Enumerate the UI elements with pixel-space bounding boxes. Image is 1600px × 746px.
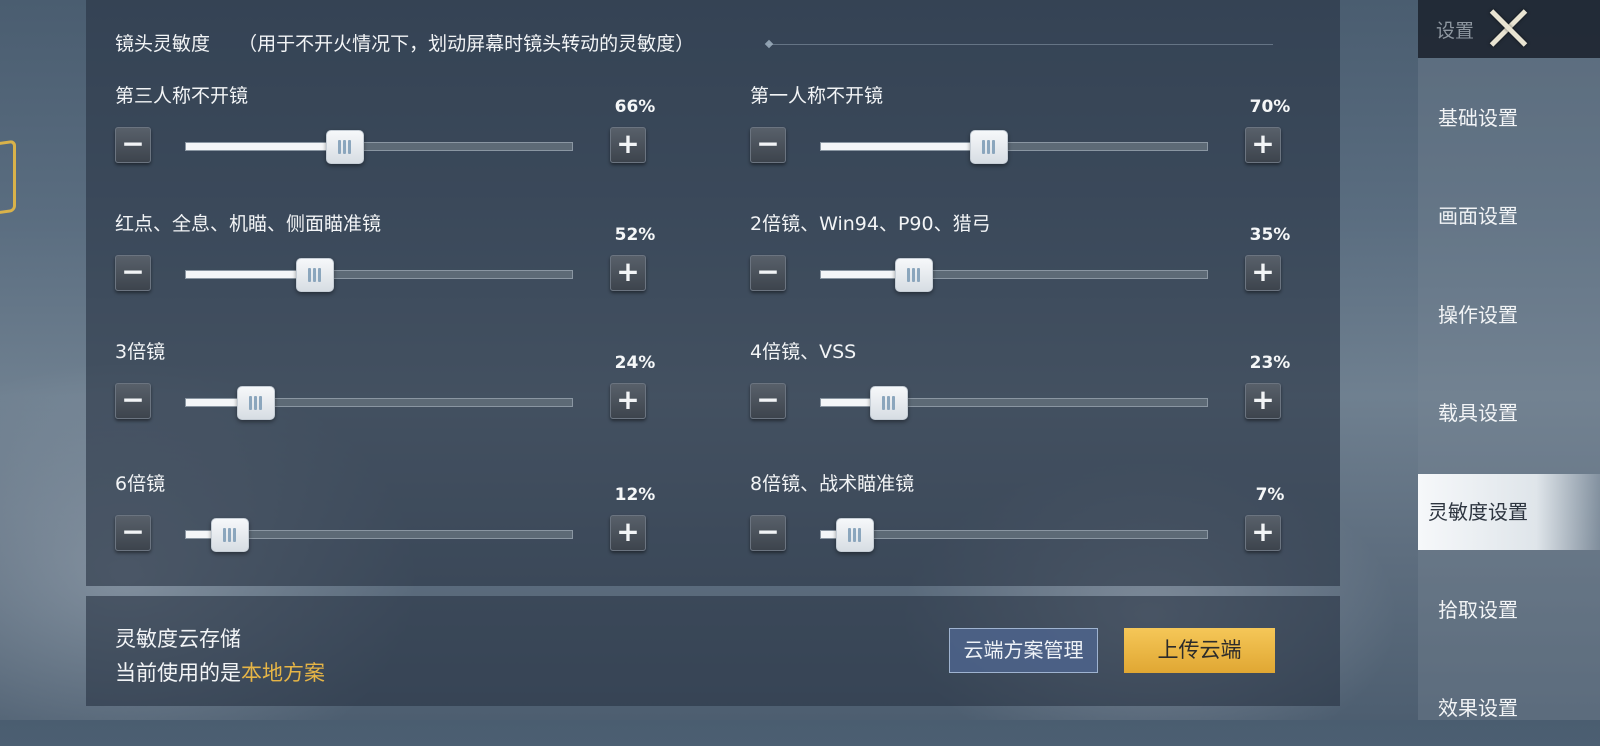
slider-track[interactable] (185, 518, 573, 552)
slider-3x-scope: 3倍镜 24% − + (115, 337, 715, 447)
slider-track[interactable] (820, 518, 1208, 552)
sidebar-item-effects[interactable]: 效果设置 (1418, 670, 1600, 746)
slider-value: 7% (1255, 485, 1285, 505)
increase-button[interactable]: + (610, 255, 646, 291)
sidebar-item-graphics[interactable]: 画面设置 (1418, 178, 1600, 254)
upload-cloud-button[interactable]: 上传云端 (1124, 628, 1275, 673)
increase-button[interactable]: + (610, 127, 646, 163)
decrease-button[interactable]: − (115, 127, 151, 163)
sidebar-item-controls[interactable]: 操作设置 (1418, 277, 1600, 353)
slider-value: 66% (614, 97, 656, 117)
slider-thumb[interactable] (970, 130, 1008, 164)
slider-value: 70% (1249, 97, 1291, 117)
slider-thumb[interactable] (296, 258, 334, 292)
slider-fill (186, 399, 237, 406)
slider-fill (821, 143, 970, 150)
slider-track[interactable] (820, 130, 1208, 164)
slider-thumb[interactable] (870, 386, 908, 420)
slider-track[interactable] (185, 258, 573, 292)
section-title: 镜头灵敏度 （用于不开火情况下，划动屏幕时镜头转动的灵敏度） (115, 29, 694, 56)
increase-button[interactable]: + (610, 383, 646, 419)
slider-first-person-no-scope: 第一人称不开镜 70% − + (750, 81, 1350, 191)
slider-label: 第一人称不开镜 (750, 85, 884, 107)
slider-label: 2倍镜、Win94、P90、猎弓 (750, 213, 991, 235)
slider-fill (821, 531, 836, 538)
decrease-button[interactable]: − (750, 383, 786, 419)
slider-thumb[interactable] (895, 258, 933, 292)
sidebar-item-pickup[interactable]: 拾取设置 (1418, 572, 1600, 648)
slider-label: 8倍镜、战术瞄准镜 (750, 473, 915, 495)
slider-track[interactable] (185, 130, 573, 164)
slider-track[interactable] (820, 386, 1208, 420)
slider-thumb[interactable] (836, 518, 874, 552)
decrease-button[interactable]: − (115, 255, 151, 291)
slider-label: 第三人称不开镜 (115, 85, 249, 107)
slider-thumb[interactable] (326, 130, 364, 164)
slider-red-dot-holo: 红点、全息、机瞄、侧面瞄准镜 52% − + (115, 209, 715, 319)
slider-value: 52% (614, 225, 656, 245)
current-scheme-value: 本地方案 (241, 661, 325, 685)
decrease-button[interactable]: − (115, 515, 151, 551)
current-scheme-text: 当前使用的是本地方案 (115, 657, 325, 687)
section-subtitle: （用于不开火情况下，划动屏幕时镜头转动的灵敏度） (238, 33, 695, 55)
slider-third-person-no-scope: 第三人称不开镜 66% − + (115, 81, 715, 191)
decrease-button[interactable]: − (750, 515, 786, 551)
decrease-button[interactable]: − (115, 383, 151, 419)
increase-button[interactable]: + (1245, 127, 1281, 163)
slider-track[interactable] (185, 386, 573, 420)
slider-6x-scope: 6倍镜 12% − + (115, 469, 715, 579)
slider-label: 3倍镜 (115, 341, 166, 363)
slider-label: 4倍镜、VSS (750, 341, 857, 363)
increase-button[interactable]: + (1245, 255, 1281, 291)
section-divider (768, 44, 1273, 45)
slider-fill (186, 531, 211, 538)
slider-4x-scope: 4倍镜、VSS 23% − + (750, 337, 1350, 447)
sidebar-item-vehicle[interactable]: 载具设置 (1418, 375, 1600, 451)
cloud-storage-title: 灵敏度云存储 (115, 627, 241, 651)
slider-8x-scope: 8倍镜、战术瞄准镜 7% − + (750, 469, 1350, 579)
decrease-button[interactable]: − (750, 127, 786, 163)
sidebar-item-basic[interactable]: 基础设置 (1418, 80, 1600, 156)
increase-button[interactable]: + (610, 515, 646, 551)
slider-thumb[interactable] (211, 518, 249, 552)
slider-thumb[interactable] (237, 386, 275, 420)
slider-2x-scope: 2倍镜、Win94、P90、猎弓 35% − + (750, 209, 1350, 319)
slider-fill (821, 271, 895, 278)
slider-fill (821, 399, 870, 406)
slider-value: 35% (1249, 225, 1291, 245)
slider-value: 24% (614, 353, 656, 373)
decrease-button[interactable]: − (750, 255, 786, 291)
sidebar-header: 设置 (1418, 0, 1600, 58)
slider-fill (186, 143, 326, 150)
emblem-icon (0, 139, 16, 217)
sidebar-header-title: 设置 (1436, 20, 1475, 42)
section-title-text: 镜头灵敏度 (115, 33, 211, 55)
close-icon[interactable] (1486, 6, 1530, 50)
current-scheme-prefix: 当前使用的是 (115, 661, 241, 685)
slider-label: 6倍镜 (115, 473, 166, 495)
slider-track[interactable] (820, 258, 1208, 292)
slider-label: 红点、全息、机瞄、侧面瞄准镜 (115, 213, 382, 235)
slider-value: 23% (1249, 353, 1291, 373)
slider-fill (186, 271, 296, 278)
increase-button[interactable]: + (1245, 383, 1281, 419)
increase-button[interactable]: + (1245, 515, 1281, 551)
cloud-scheme-manage-button[interactable]: 云端方案管理 (949, 628, 1098, 673)
slider-value: 12% (614, 485, 656, 505)
sidebar-item-sensitivity[interactable]: 灵敏度设置 (1418, 474, 1600, 550)
